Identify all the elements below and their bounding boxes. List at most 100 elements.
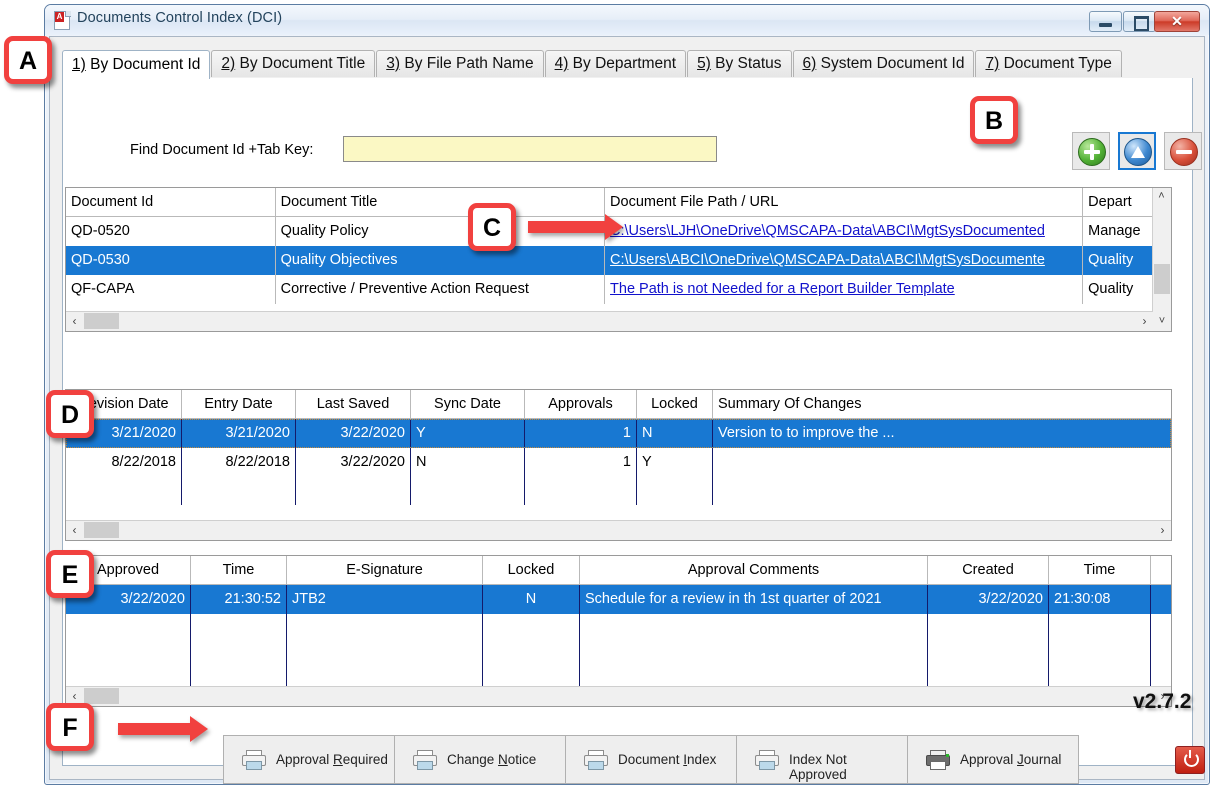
tab-by-department[interactable]: 4) By Department [545,50,686,77]
documents-grid-header: Document Id Document Title Document File… [66,188,1171,217]
cell-approvals: 1 [525,419,637,448]
column-header-locked[interactable]: Locked [637,390,713,418]
cell-file-path-link[interactable]: C:\Users\ABCI\OneDrive\QMSCAPA-Data\ABCI… [605,246,1083,275]
index-not-approved-button[interactable]: Index Not Approved [736,735,908,784]
cell-created-time: 21:30:08 [1049,585,1151,614]
cell-locked: N [637,419,713,448]
cell-file-path-link[interactable]: The Path is not Needed for a Report Buil… [605,275,1083,304]
annotation-badge-e: E [46,550,94,598]
document-index-button[interactable]: Document Index [565,735,737,784]
documents-grid-hscrollbar[interactable]: ‹ › [66,311,1153,331]
tab-page-by-document-id: Find Document Id +Tab Key: Do [62,78,1193,766]
button-label: Change Notice [447,752,536,767]
scroll-left-icon[interactable]: ‹ [66,521,83,539]
cell-file-path-link[interactable]: C:\Users\LJH\OneDrive\QMSCAPA-Data\ABCI\… [605,217,1083,246]
vscroll-thumb[interactable] [1154,264,1170,294]
scroll-right-icon[interactable]: › [1136,312,1153,330]
tab-by-document-title[interactable]: 2) By Document Title [211,50,375,77]
cell-locked: Y [637,448,713,477]
add-record-button[interactable] [1072,132,1110,170]
table-row[interactable]: 3/22/2020 21:30:52 JTB2 N Schedule for a… [66,585,1171,614]
table-row[interactable]: 3/21/2020 3/21/2020 3/22/2020 Y 1 N Vers… [66,419,1171,448]
column-header-locked[interactable]: Locked [483,556,580,584]
tab-by-document-id[interactable]: 1) By Document Id [62,50,210,79]
printer-icon [413,750,435,769]
column-header-entry-date[interactable]: Entry Date [182,390,296,418]
find-document-id-input[interactable] [343,136,717,162]
scroll-down-icon[interactable]: ˅ [1153,312,1171,331]
cell-sync-date: N [411,448,525,477]
power-icon [1184,752,1199,767]
column-header-approval-comments[interactable]: Approval Comments [580,556,928,584]
cell-summary: Version to to improve the ... [713,419,1171,448]
version-grid-hscrollbar[interactable]: ‹ › [66,520,1171,540]
scroll-up-icon[interactable]: ˄ [1153,188,1170,205]
change-notice-button[interactable]: Change Notice [394,735,566,784]
annotation-badge-d: D [46,390,94,438]
cell-entry-date: 8/22/2018 [182,448,296,477]
tab-by-file-path-name[interactable]: 3) By File Path Name [376,50,543,77]
app-document-icon: A [54,11,71,29]
table-row-empty [66,477,1171,505]
cell-approvals: 1 [525,448,637,477]
column-header-document-id[interactable]: Document Id [66,188,276,216]
hscroll-thumb[interactable] [84,522,119,538]
minimize-button[interactable] [1089,11,1122,32]
column-header-esignature[interactable]: E-Signature [287,556,483,584]
scroll-corner: ˅ [1153,312,1171,331]
tab-mnemonic: 5) [697,55,711,72]
cell-document-id: QD-0520 [66,217,276,246]
column-header-last-saved[interactable]: Last Saved [296,390,411,418]
cell-last-saved: 3/22/2020 [296,448,411,477]
column-header-time[interactable]: Time [191,556,287,584]
close-button[interactable]: ✕ [1154,11,1200,32]
tab-mnemonic: 1) [72,56,86,73]
approval-journal-button[interactable]: Approval Journal [907,735,1079,784]
documents-grid-vscrollbar[interactable]: ˄ [1152,188,1171,331]
version-history-grid[interactable]: Revision Date Entry Date Last Saved Sync… [65,389,1172,541]
cell-summary [713,448,1171,477]
tab-document-type[interactable]: 7) Document Type [975,50,1121,77]
table-row[interactable]: 8/22/2018 8/22/2018 3/22/2020 N 1 Y [66,448,1171,477]
cell-document-id: QF-CAPA [66,275,276,304]
documents-grid[interactable]: Document Id Document Title Document File… [65,187,1172,332]
approval-required-button[interactable]: Approval Required [223,735,395,784]
column-header-document-title[interactable]: Document Title [276,188,605,216]
edit-record-button[interactable] [1118,132,1156,170]
printer-dark-icon [926,750,948,769]
maximize-button[interactable] [1123,11,1156,32]
column-header-created-time[interactable]: Time [1049,556,1151,584]
table-row[interactable]: QD-0530 Quality Objectives C:\Users\ABCI… [66,246,1171,275]
find-label: Find Document Id +Tab Key: [130,142,313,158]
column-header-approvals[interactable]: Approvals [525,390,637,418]
approvals-grid-hscrollbar[interactable]: ‹ › [66,686,1171,706]
title-bar: A Documents Control Index (DCI) ✕ [45,5,1209,35]
cell-last-saved: 3/22/2020 [296,419,411,448]
tab-mnemonic: 4) [555,55,569,72]
column-header-sync-date[interactable]: Sync Date [411,390,525,418]
annotation-badge-f: F [46,703,94,751]
column-header-created[interactable]: Created [928,556,1049,584]
cell-document-title: Quality Objectives [276,246,605,275]
tab-by-status[interactable]: 5) By Status [687,50,791,77]
cell-locked: N [483,585,580,614]
printer-icon [242,750,264,769]
annotation-badge-c: C [468,203,516,251]
tab-mnemonic: 6) [803,55,817,72]
button-label: Approval Journal [960,752,1061,767]
hscroll-thumb[interactable] [84,313,119,329]
delete-record-button[interactable] [1164,132,1202,170]
scroll-right-icon[interactable]: › [1154,521,1171,539]
table-row[interactable]: QF-CAPA Corrective / Preventive Action R… [66,275,1171,304]
column-header-file-path[interactable]: Document File Path / URL [605,188,1083,216]
cell-document-title: Corrective / Preventive Action Request [276,275,605,304]
hscroll-thumb[interactable] [84,688,119,704]
column-header-summary[interactable]: Summary Of Changes [713,390,1171,418]
exit-power-button[interactable] [1175,746,1205,774]
application-window: A Documents Control Index (DCI) ✕ 1) By … [44,4,1210,785]
tab-system-document-id[interactable]: 6) System Document Id [793,50,975,77]
minus-circle-icon [1170,138,1198,166]
scroll-left-icon[interactable]: ‹ [66,312,83,330]
minimize-icon [1099,23,1112,27]
approvals-grid[interactable]: Approved Time E-Signature Locked Approva… [65,555,1172,707]
